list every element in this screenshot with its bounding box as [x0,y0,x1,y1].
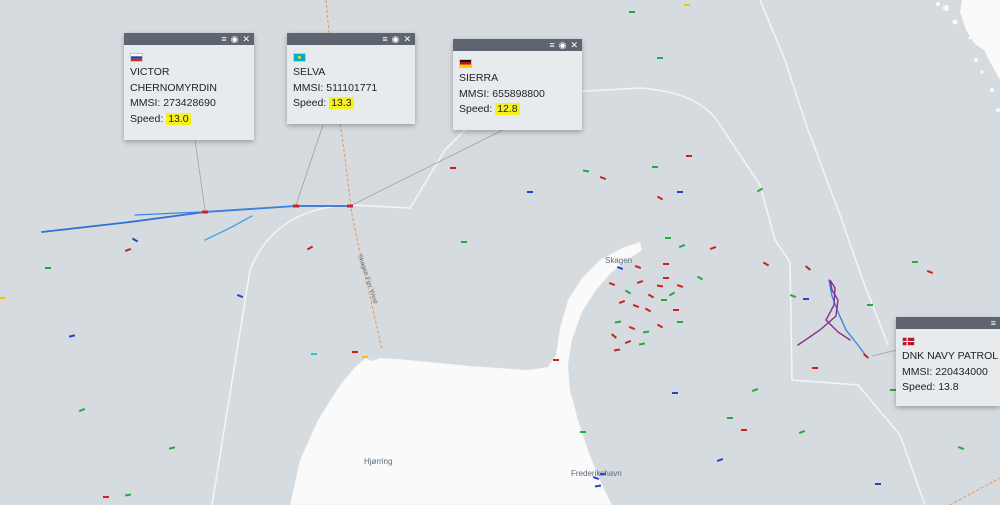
vessel-marker[interactable] [450,167,456,169]
close-icon[interactable]: ✕ [570,39,578,51]
vessel-marker[interactable] [677,321,683,323]
mmsi-value: 220434000 [935,365,988,378]
vessel-marker[interactable] [684,4,690,6]
list-edit-icon[interactable]: ≡ [549,39,554,51]
selected-vessel-marker[interactable] [347,204,353,208]
vessel-name: SELVA [293,66,326,78]
vessel-marker[interactable] [461,241,467,243]
close-icon[interactable]: ✕ [242,33,250,45]
vessel-popup-selva: ≡ ◉ ✕ SELVA MMSI: 511101771 Speed: 13.3 [287,33,415,124]
vessel-marker[interactable] [0,297,5,299]
place-label-skagen: Skagen [605,256,632,265]
vessel-marker[interactable] [657,57,663,59]
speed-row: Speed: 13.3 [293,97,354,109]
close-icon[interactable]: ✕ [403,33,411,45]
mmsi-value: 655898800 [492,87,545,100]
vessel-marker[interactable] [553,359,559,361]
mmsi-row: MMSI: 655898800 [459,87,545,100]
vessel-marker[interactable] [103,496,109,498]
vessel-popup-victor: ≡ ◉ ✕ VICTOR CHERNOMYRDIN MMSI: 27342869… [124,33,254,140]
vessel-marker[interactable] [663,263,669,265]
vessel-marker[interactable] [665,237,671,239]
eye-slash-icon[interactable]: ◉ [392,33,400,45]
vessel-marker[interactable] [912,261,918,263]
vessel-marker[interactable] [673,309,679,311]
speed-value: 13.8 [938,381,959,393]
flag-germany-icon [459,59,472,68]
speed-row: Speed: 12.8 [459,103,520,115]
list-edit-icon[interactable]: ≡ [382,33,387,45]
mmsi-row: MMSI: 220434000 [902,365,988,378]
vessel-name: DNK NAVY PATROL P [902,350,1000,362]
eye-slash-icon[interactable]: ◉ [231,33,239,45]
popup-toolbar: ≡ ◉ ✕ [453,39,582,51]
popup-toolbar: ≡ ◉ ✕ [287,33,415,45]
vessel-marker[interactable] [812,367,818,369]
speed-row: Speed: 13.0 [130,112,191,125]
flag-russia-icon [130,53,143,62]
flag-kazakhstan-icon [293,53,306,62]
vessel-marker[interactable] [677,191,683,193]
flag-denmark-icon [902,337,915,346]
mmsi-row: MMSI: 273428690 [130,97,216,109]
speed-row: Speed: 13.8 [902,381,959,393]
vessel-popup-sierra: ≡ ◉ ✕ SIERRA MMSI: 655898800 Speed: 12.8 [453,39,582,130]
vessel-marker[interactable] [867,304,873,306]
vessel-name: VICTOR [130,66,170,78]
vessel-marker[interactable] [311,353,317,355]
eye-slash-icon[interactable]: ◉ [559,39,567,51]
speed-value: 13.3 [329,97,354,109]
speed-value: 13.0 [166,112,191,125]
speed-value: 12.8 [495,103,520,115]
vessel-marker[interactable] [352,351,358,353]
selected-vessel-marker[interactable] [293,204,299,208]
vessel-marker[interactable] [661,299,667,301]
vessel-name: SIERRA [459,72,499,84]
vessel-marker[interactable] [580,431,586,433]
selected-vessel-marker[interactable] [202,210,208,214]
vessel-marker[interactable] [45,267,51,269]
vessel-marker[interactable] [663,277,669,279]
vessel-marker[interactable] [672,392,678,394]
vessel-marker[interactable] [629,11,635,13]
vessel-marker[interactable] [527,191,533,193]
mmsi-value: 273428690 [163,97,216,109]
vessel-marker[interactable] [652,166,658,168]
mmsi-value: 511101771 [326,81,378,94]
vessel-marker[interactable] [362,356,368,358]
mmsi-row: MMSI: 511101771 [293,81,378,94]
vessel-name-cont: CHERNOMYRDIN [130,81,217,94]
place-label-hjorring: Hjørring [364,457,392,466]
list-edit-icon[interactable]: ≡ [221,33,226,45]
vessel-marker[interactable] [686,155,692,157]
popup-toolbar: ≡ ◉ ✕ [124,33,254,45]
list-edit-icon[interactable]: ≡ [991,317,996,329]
vessel-marker[interactable] [803,298,809,300]
vessel-marker[interactable] [741,429,747,431]
vessel-marker[interactable] [875,483,881,485]
vessel-popup-dnk: ≡ DNK NAVY PATROL P MMSI: 220434000 Spee… [896,317,1000,406]
popup-toolbar: ≡ [896,317,1000,329]
place-label-frederikshavn: Frederikshavn [571,469,622,478]
vessel-marker[interactable] [727,417,733,419]
